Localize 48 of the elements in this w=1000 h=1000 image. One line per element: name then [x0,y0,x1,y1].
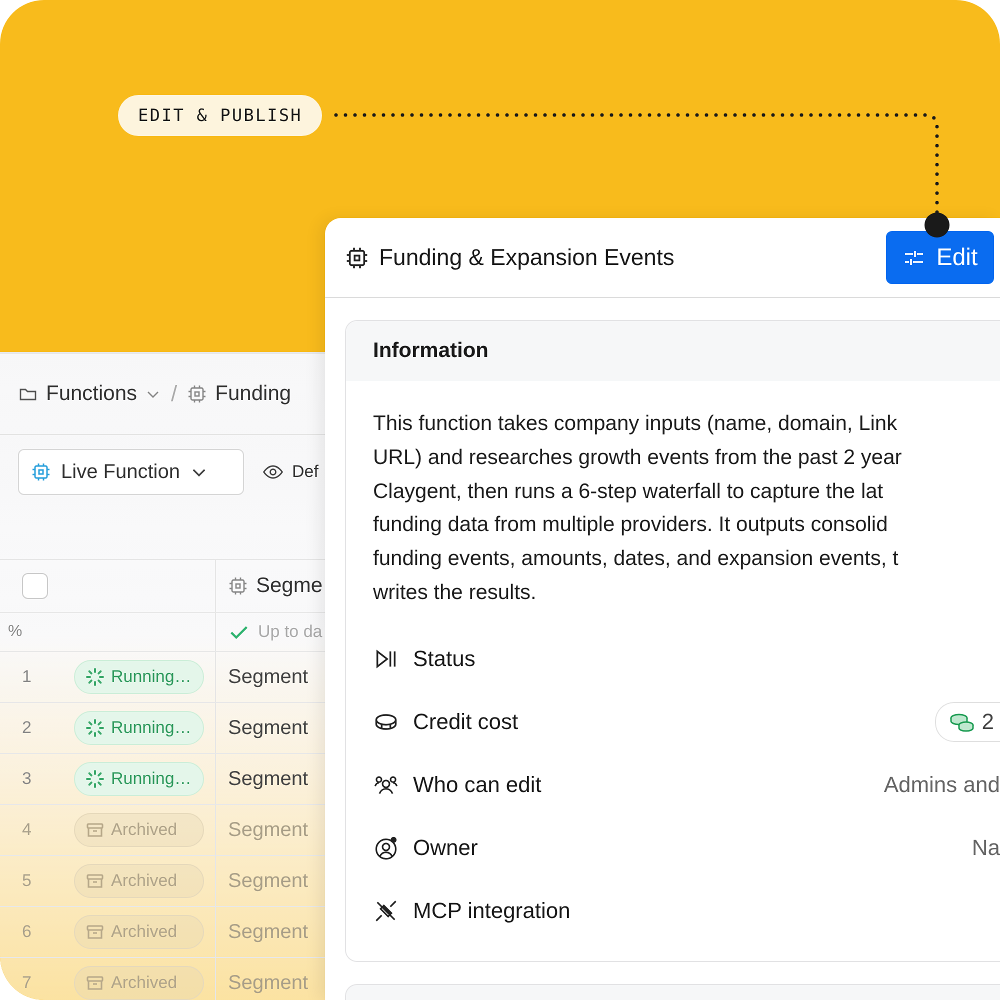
status-badge: Archived [74,813,204,847]
description-text: This function takes company inputs (name, domain, Link URL) and researches growth events from the past 2 year Claygent, then runs a 6-step waterfall to capture the lat funding data from multiple providers. It outputs consolid funding events, amounts, dates, and expansion events, t writes the results. [373,411,903,606]
chip-icon [187,384,208,404]
panel-title: Funding & Expansion Events [379,244,674,271]
status-badge: Running… [74,762,204,796]
breadcrumb-link[interactable]: Funding [215,382,292,406]
property-label: Who can edit [413,772,542,798]
chip-icon [228,576,248,596]
breadcrumb-link[interactable]: Functions [46,382,138,406]
property-value: Na [972,835,1000,862]
chip-icon [345,246,369,270]
row-number: 1 [21,667,32,687]
table-cell: Segment [228,920,308,944]
property-value: Admins and [884,772,1000,798]
view-dropdown[interactable]: Live Function [18,449,244,495]
breadcrumb-separator: / [171,381,178,407]
status-badge: Running… [74,711,204,745]
table-cell: Segment [228,972,308,994]
row-number: 4 [21,820,32,840]
view-button[interactable]: Def [262,449,318,495]
table-cell: Segment [228,870,308,892]
table-cell: Segment [228,768,308,790]
credit-badge: 2 [934,702,1000,742]
select-all-checkbox[interactable] [22,573,48,599]
property-label: Owner [413,835,478,862]
property-label: Status [413,646,476,672]
status-badge: Archived [74,966,204,1000]
property-label: MCP integration [413,898,570,924]
table-cell: Segment [228,716,308,740]
table-cell: Segment [228,818,308,842]
column-header[interactable]: Segme [256,574,323,598]
property-label: Credit cost [413,709,518,736]
percent-label: % [7,623,22,641]
row-number: 3 [21,769,32,789]
user-gear-icon [373,835,399,862]
table-cell: Segment [228,666,308,688]
chip-icon [31,462,51,482]
status-badge: Running… [74,660,204,694]
status-badge: Archived [74,864,204,898]
row-number: 7 [21,973,32,993]
edit-button[interactable]: Edit [886,231,994,284]
callout-label: EDIT & PUBLISH [118,95,322,136]
column-status-text: Up to da [258,622,322,642]
row-number: 6 [21,922,32,942]
section-title: Information [373,339,488,363]
row-number: 2 [21,718,32,738]
row-number: 5 [21,871,32,891]
status-badge: Archived [74,915,204,949]
